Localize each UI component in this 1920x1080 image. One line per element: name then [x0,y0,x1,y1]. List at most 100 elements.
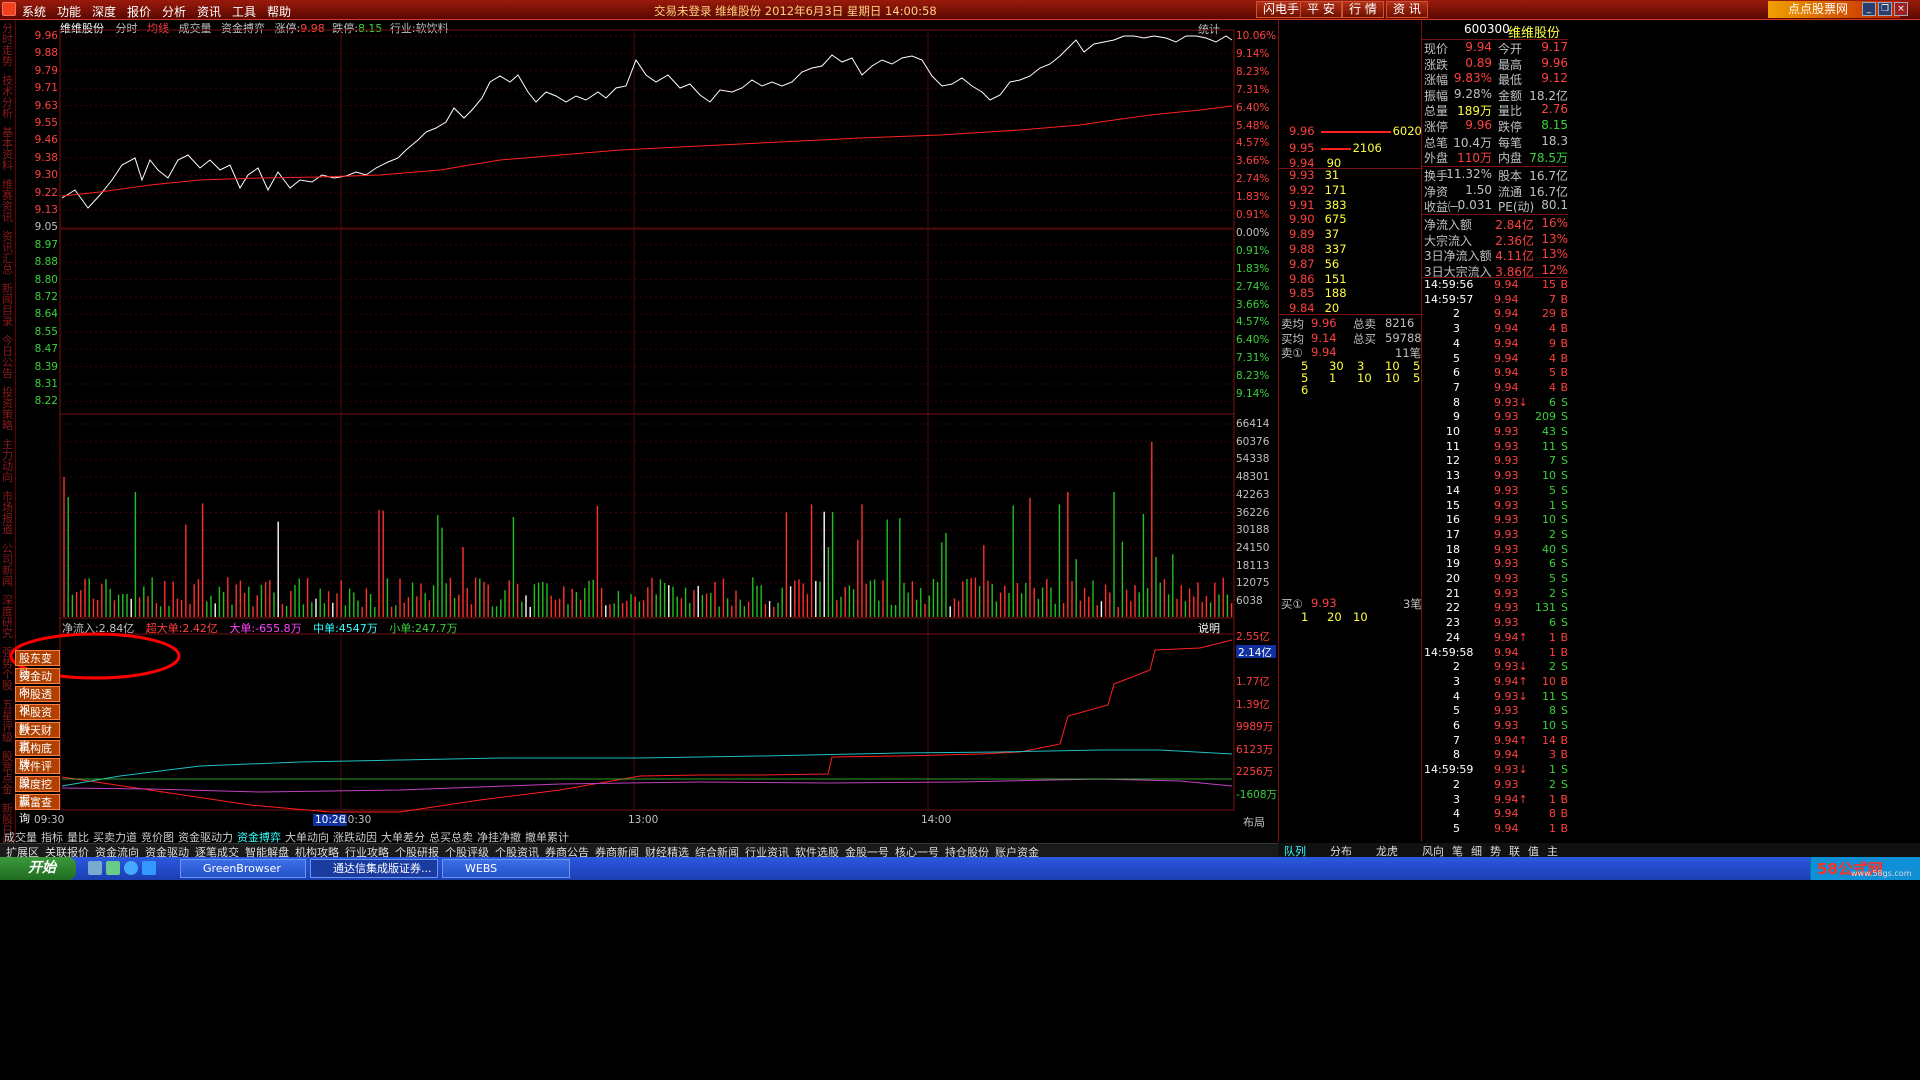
flow-axis-label: 1.77亿 [1236,676,1270,688]
tick-time: 17 [1446,527,1460,541]
pill-button-1[interactable]: 资金动向 [15,668,60,699]
pill-button-2[interactable]: 个股透视 [15,686,60,717]
start-button[interactable]: 开始 [0,857,76,880]
quote-cell: 最高 [1498,57,1523,72]
total-sell-label: 总卖 [1353,317,1376,331]
quote-cell: 量比 [1498,104,1523,119]
tick-volume: 5 [1549,366,1556,380]
quote-cell: 涨停 [1424,120,1449,134]
tick-row: 3 9.94 4 B [1424,322,1568,336]
pill-button-6[interactable]: 软件评股 [15,758,60,789]
minimize-icon[interactable]: _ [1862,2,1876,16]
pct-axis-label: 3.66% [1236,155,1270,168]
tick-price: 9.93 [1494,454,1519,468]
book-price: 9.91 [1289,197,1315,212]
task-tdx[interactable]: 通达信集成版证券... [310,859,438,878]
quote-cell: 外盘 [1424,151,1449,166]
task-greenbrowser[interactable]: GreenBrowser [180,859,306,878]
price-axis-label: 8.55 [34,325,58,338]
explain-button[interactable]: 说明 [1198,620,1220,636]
flow-super: 超大单:2.42亿 [145,622,218,635]
book-level: 9.89 37 [1289,227,1339,241]
close-icon[interactable]: × [1894,2,1908,16]
tick-side: B [1560,292,1568,306]
tick-side: B [1560,351,1568,365]
task-webs[interactable]: WEBS [442,859,570,878]
pill-button-7[interactable]: 深度挖掘 [15,776,60,807]
tick-price: 9.93 [1494,439,1519,453]
tick-volume: 10 [1542,674,1556,688]
tick-row: 20 9.93 5 S [1424,572,1568,586]
sell-volume-bar [1320,147,1351,150]
quote-cell: 9.28% [1453,86,1492,101]
pct-axis-label: 2.74% [1236,280,1270,293]
quote-cell: 18.2亿 [1529,88,1568,103]
tick-row: 2 9.94 29 B [1424,307,1568,321]
price-axis-label: 8.88 [34,256,58,269]
tick-volume: 11 [1542,439,1556,453]
price-axis-label: 8.31 [34,378,58,390]
quote-cell: 今开 [1498,42,1523,56]
tick-price: 9.94 [1494,336,1519,350]
tick-price: 9.94 [1494,278,1519,291]
total-buy-value: 59788 [1385,331,1422,345]
fund-flow-row: 3日净流入额 4.11亿 13% [1424,247,1568,263]
top-btn-market[interactable]: 行 情 [1342,1,1384,18]
tick-volume: 7 [1549,454,1556,468]
browser-icon[interactable] [142,861,156,875]
desktop-icon[interactable] [106,861,120,875]
tick-side: B [1560,366,1568,380]
tick-volume: 9 [1549,336,1556,350]
tick-time: 22 [1446,601,1460,615]
ie-icon[interactable] [124,861,138,875]
tick-volume: 1 [1549,498,1556,512]
pill-button-8[interactable]: 赢富查询 [15,794,60,825]
quote-cell: 振幅 [1424,88,1449,103]
tick-time: 7 [1453,733,1460,747]
quicklaunch-icon[interactable] [88,861,102,875]
layout-button[interactable]: 布局 [1243,814,1265,830]
quote-panel: 600300 维维股份 现价 9.94 今开 9.17 涨跌 0.89 最高 9.96 涨幅 9.83… [1422,20,1920,842]
quote-row: 涨跌 0.89 最高 9.96 [1424,56,1568,72]
top-btn-news[interactable]: 资 讯 [1386,1,1428,18]
tick-volume: 40 [1542,542,1556,556]
flow-total: 净流入:2.84亿 [62,622,135,635]
sell1-price: 9.94 [1311,345,1337,359]
tick-row: 19 9.93 6 S [1424,557,1568,571]
tick-price: 9.93↓ [1494,395,1528,409]
quote-cell: 跌停 [1498,120,1523,134]
tick-time: 2 [1453,660,1460,674]
avg-sell-value: 9.96 [1311,316,1337,330]
quote-cell: 11.32% [1446,167,1492,181]
tick-time: 4 [1453,807,1460,821]
tick-price: 9.93 [1494,483,1519,497]
tick-side: S [1561,704,1568,718]
tick-time: 14 [1446,483,1460,497]
pill-button-3[interactable]: 个股资料 [15,704,60,735]
pill-button-0[interactable]: 股东变动 [15,650,60,681]
time-axis-label: 13:00 [628,814,659,826]
restore-icon[interactable]: ❐ [1878,2,1892,16]
tick-price: 9.93 [1494,616,1519,630]
pct-axis-label: 8.23% [1236,370,1270,383]
flow-big: 大单:-655.8万 [229,622,302,635]
sell-volume: 6020 [1392,124,1422,138]
tick-side: S [1561,483,1568,497]
tick-row: 14:59:59 9.93↓ 1 S [1424,763,1568,777]
tick-volume: 6 [1549,395,1556,409]
price-axis-label: 9.30 [34,169,58,182]
pill-button-4[interactable]: 欧天财富 [15,722,60,753]
tick-volume: 14 [1542,733,1556,747]
quote-cell: 9.17 [1541,40,1568,54]
book-price: 9.93 [1289,168,1315,182]
tick-time: 3 [1453,792,1460,806]
tick-row: 5 9.94 4 B [1424,352,1568,366]
pill-button-5[interactable]: 机构底牌 [15,740,60,771]
top-btn-pingan[interactable]: 平 安 [1300,1,1342,18]
book-level: 9.88 337 [1289,242,1347,256]
pct-axis-label: 4.57% [1236,316,1270,329]
quote-cell: 净资 [1424,184,1449,199]
tick-price: 9.94 [1494,380,1519,394]
tick-side: S [1561,586,1568,600]
pct-axis-label: 7.31% [1236,352,1270,365]
